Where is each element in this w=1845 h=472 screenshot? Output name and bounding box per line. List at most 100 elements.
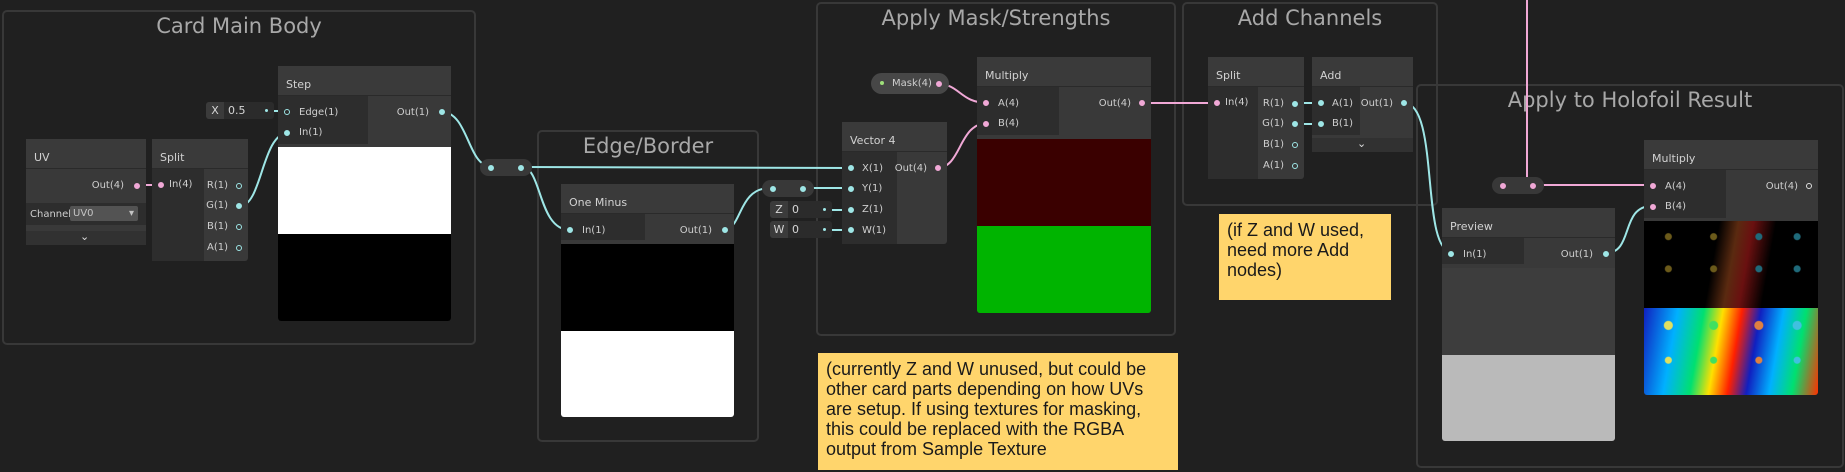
reroute-in-port[interactable]: [770, 186, 776, 192]
step-edge-field[interactable]: X 0.5: [206, 102, 274, 119]
out-port[interactable]: [722, 227, 728, 233]
a-port[interactable]: [236, 245, 242, 251]
uv-node[interactable]: UV Out(4) Channel UV0 ▾ ⌄: [26, 139, 146, 245]
split-node[interactable]: Split In(4) R(1) G(1) B(1) A(1): [1208, 57, 1304, 179]
b-port[interactable]: [236, 224, 242, 230]
b-label: B(4): [1665, 201, 1687, 212]
a-label: A(1): [1262, 160, 1284, 171]
a-label: A(1): [206, 242, 228, 253]
out-port[interactable]: [936, 81, 942, 87]
multiply-node[interactable]: Multiply A(4) B(4) Out(4): [1644, 140, 1818, 395]
field-port: [823, 208, 826, 211]
multiply-node[interactable]: Multiply A(4) B(4) Out(4): [977, 57, 1151, 313]
one-minus-node[interactable]: One Minus In(1) Out(1): [561, 184, 734, 417]
field-value: 0.5: [228, 104, 246, 117]
b-label: B(4): [998, 118, 1020, 129]
reroute-out-port[interactable]: [800, 186, 806, 192]
edge-port[interactable]: [284, 109, 290, 115]
node-title: Add: [1312, 57, 1413, 87]
in-port[interactable]: [284, 130, 290, 136]
g-label: G(1): [1262, 118, 1284, 129]
vector4-z-field[interactable]: Z 0: [770, 201, 832, 218]
g-port[interactable]: [1292, 121, 1298, 127]
node-title: Multiply: [1644, 140, 1818, 170]
r-port[interactable]: [236, 183, 242, 189]
reroute-out-port[interactable]: [518, 165, 524, 171]
mask-label: Mask(4): [892, 78, 932, 89]
out-port[interactable]: [439, 109, 445, 115]
out-label: Out(4): [1765, 181, 1798, 192]
a-port[interactable]: [1650, 183, 1656, 189]
out-port[interactable]: [1139, 100, 1145, 106]
out-label: Out(1): [679, 225, 712, 236]
b-label: B(1): [206, 221, 228, 232]
field-label: W: [770, 221, 788, 238]
b-port[interactable]: [1318, 121, 1324, 127]
out-port[interactable]: [1401, 100, 1407, 106]
in-label: In(4): [169, 179, 193, 190]
z-port[interactable]: [848, 207, 854, 213]
w-port[interactable]: [848, 227, 854, 233]
reroute-in-port[interactable]: [488, 165, 494, 171]
reroute-out-port[interactable]: [1530, 183, 1536, 189]
reroute-node[interactable]: [762, 180, 814, 197]
node-title: One Minus: [561, 184, 734, 214]
g-label: G(1): [206, 200, 228, 211]
split-node[interactable]: Split In(4) R(1) G(1) B(1) A(1): [152, 139, 248, 261]
out-port[interactable]: [1806, 183, 1812, 189]
out-port[interactable]: [1603, 251, 1609, 257]
z-label: Z(1): [862, 204, 884, 215]
expand-button[interactable]: ⌄: [1312, 137, 1413, 152]
node-title: Vector 4: [842, 122, 947, 152]
in-port[interactable]: [158, 182, 164, 188]
reroute-in-port[interactable]: [1500, 183, 1506, 189]
a-label: A(1): [1332, 98, 1354, 109]
y-port[interactable]: [848, 186, 854, 192]
x-label: X(1): [862, 163, 884, 174]
holofoil-preview-dark: [1644, 221, 1818, 308]
vector4-node[interactable]: Vector 4 X(1) Y(1) Z(1) W(1) Out(4): [842, 122, 947, 244]
field-port: [265, 109, 268, 112]
out-port-label: Out(4): [91, 180, 124, 191]
wire-reroute-vector-x: [521, 166, 853, 169]
vector4-w-field[interactable]: W 0: [770, 221, 832, 238]
in-port[interactable]: [1214, 100, 1220, 106]
out-label: Out(1): [1560, 249, 1593, 260]
out-label: Out(1): [1360, 98, 1393, 109]
in-port[interactable]: [1448, 251, 1454, 257]
a-port[interactable]: [1292, 163, 1298, 169]
channel-label: Channel: [30, 209, 72, 220]
edge-label: Edge(1): [299, 107, 339, 118]
out-label: Out(1): [396, 107, 429, 118]
preview-node[interactable]: Preview In(1) Out(1): [1442, 208, 1615, 441]
a-port[interactable]: [983, 100, 989, 106]
a-port[interactable]: [1318, 100, 1324, 106]
r-port[interactable]: [1292, 101, 1298, 107]
wire-top-holofoil: [1497, 0, 1534, 185]
expand-button[interactable]: ⌄: [26, 230, 146, 245]
b-label: B(1): [1332, 118, 1354, 129]
b-port[interactable]: [1292, 142, 1298, 148]
out-port[interactable]: [134, 183, 140, 189]
channel-dropdown[interactable]: UV0 ▾: [70, 206, 138, 221]
b-port[interactable]: [983, 121, 989, 127]
field-label: X: [206, 102, 224, 119]
node-title: Split: [1208, 57, 1304, 87]
out-port[interactable]: [935, 165, 941, 171]
field-value: 0: [792, 203, 799, 216]
out-label: Out(4): [894, 163, 927, 174]
step-node[interactable]: Step Edge(1) In(1) Out(1): [278, 66, 451, 321]
mask-property-node[interactable]: Mask(4): [871, 73, 949, 94]
sticky-note-add[interactable]: (if Z and W used, need more Add nodes): [1219, 214, 1391, 300]
chevron-down-icon: ⌄: [1357, 137, 1367, 150]
sticky-note-mask[interactable]: (currently Z and W unused, but could be …: [818, 353, 1178, 470]
x-port[interactable]: [848, 165, 854, 171]
reroute-node[interactable]: [480, 159, 532, 176]
a-label: A(4): [1665, 181, 1687, 192]
in-port[interactable]: [567, 227, 573, 233]
reroute-node[interactable]: [1492, 177, 1544, 194]
add-node[interactable]: Add A(1) B(1) Out(1) ⌄: [1312, 57, 1413, 152]
note-text: (currently Z and W unused, but could be …: [826, 359, 1147, 459]
g-port[interactable]: [236, 203, 242, 209]
b-port[interactable]: [1650, 204, 1656, 210]
